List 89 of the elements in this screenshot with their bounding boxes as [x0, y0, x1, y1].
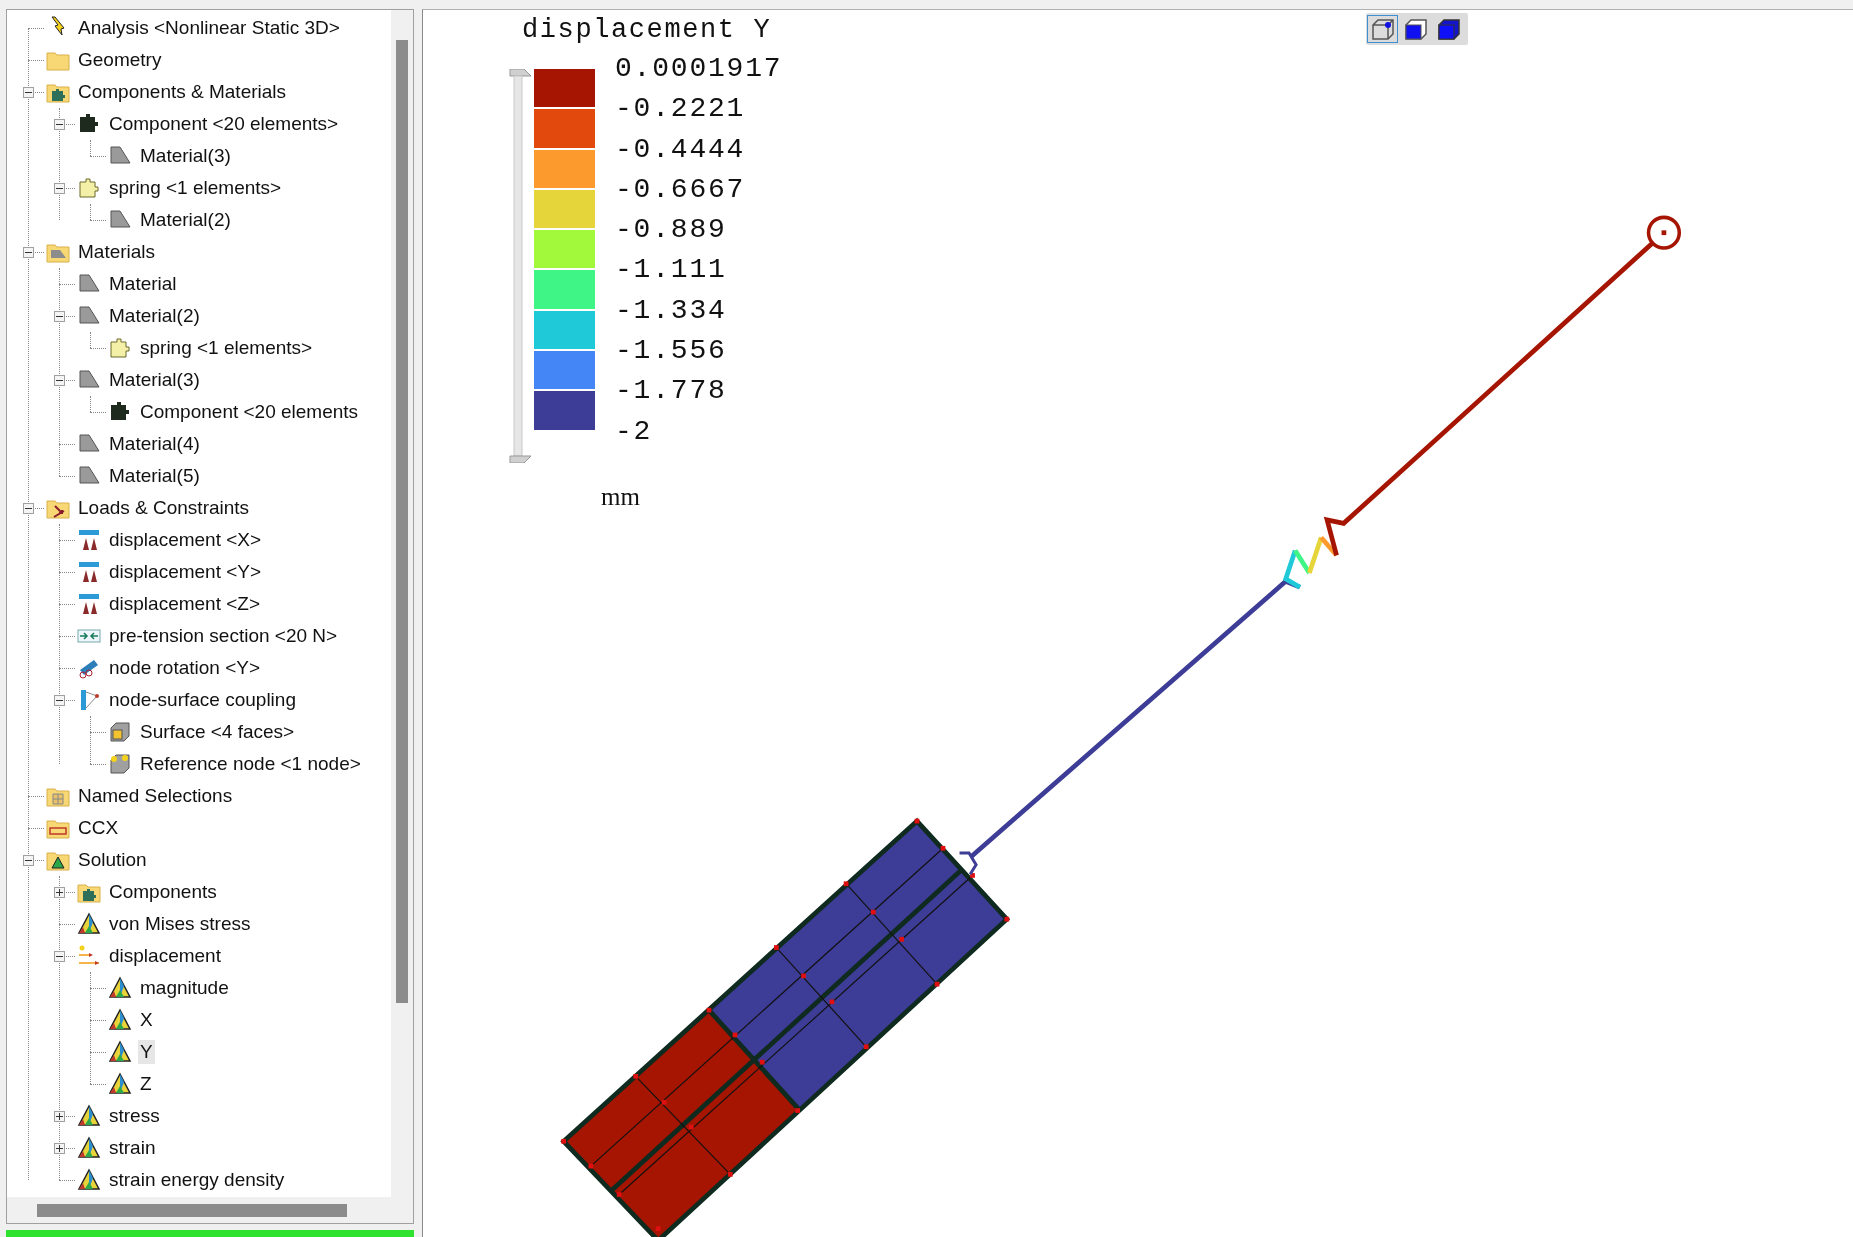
tree-item[interactable]: Material(3): [107, 368, 202, 392]
tree-item[interactable]: Z: [138, 1072, 154, 1096]
tree-toggle[interactable]: [23, 246, 34, 258]
arrows-icon: [77, 944, 101, 968]
tree-item[interactable]: CCX: [76, 816, 121, 840]
legend-value: -1.334: [615, 293, 728, 328]
tree-item[interactable]: von Mises stress: [107, 912, 253, 936]
legend-value: -0.2221: [615, 92, 747, 127]
tree-toggle[interactable]: [54, 118, 65, 130]
puzzle-icon: [77, 176, 101, 200]
view-mode-button[interactable]: [1367, 15, 1398, 43]
legend-value: -2: [615, 414, 654, 449]
tree-item[interactable]: Reference node <1 node>: [138, 752, 363, 776]
contour-triangle-icon: [108, 1072, 132, 1096]
contour-triangle-icon: [77, 1136, 101, 1160]
tree-item[interactable]: node-surface coupling: [107, 688, 298, 712]
tree-item[interactable]: Component <20 elements: [138, 400, 361, 424]
support-icon: [77, 592, 101, 616]
tree-item[interactable]: Named Selections: [76, 784, 235, 808]
tree-item[interactable]: displacement <X>: [107, 528, 264, 552]
tree-item[interactable]: Loads & Constraints: [76, 496, 252, 520]
tree-item[interactable]: Components & Materials: [76, 80, 289, 104]
legend-value: -1.778: [615, 374, 728, 409]
support-icon: [77, 528, 101, 552]
contour-triangle-icon: [77, 1168, 101, 1192]
tree-item[interactable]: Analysis <Nonlinear Static 3D>: [76, 16, 342, 40]
scrollbar-thumb[interactable]: [37, 1203, 347, 1217]
tree-toggle[interactable]: [54, 374, 65, 386]
contour-triangle-icon: [108, 1040, 132, 1064]
puzzle-icon: [108, 336, 132, 360]
tree-item[interactable]: Geometry: [76, 48, 164, 72]
tree-toggle[interactable]: [54, 886, 65, 898]
scrollbar-thumb[interactable]: [396, 40, 408, 1003]
tree-toggle[interactable]: [23, 502, 34, 514]
tree-item[interactable]: Material(3): [138, 144, 233, 168]
legend-value: 0.0001917: [615, 52, 783, 86]
support-icon: [77, 560, 101, 584]
tree-item[interactable]: pre-tension section <20 N>: [107, 624, 340, 648]
tree-item[interactable]: strain: [107, 1136, 158, 1160]
tree-item[interactable]: Component <20 elements>: [107, 112, 341, 136]
3d-viewport[interactable]: displacement Y 0.0001917 -0.2221 -0.4444 -0.6667 -0.889 -1.111 -1.334 -1.556 -1.778 -2 mm: [422, 9, 1853, 1237]
tree-item[interactable]: Solution: [76, 848, 149, 872]
tree-item[interactable]: Components: [107, 880, 219, 904]
contour-triangle-icon: [77, 1104, 101, 1128]
tree-toggle[interactable]: [54, 182, 65, 194]
tree-item[interactable]: Material(5): [107, 464, 202, 488]
legend-value: -0.889: [615, 213, 728, 248]
cube-icon: [108, 752, 132, 776]
tree-item[interactable]: displacement <Z>: [107, 592, 263, 616]
tree-toggle[interactable]: [54, 694, 65, 706]
tree-toggle[interactable]: [54, 310, 65, 322]
tree-item[interactable]: stress: [107, 1104, 162, 1128]
tree-item[interactable]: displacement: [107, 944, 223, 968]
tree-item[interactable]: Material(2): [138, 208, 233, 232]
tree-item[interactable]: spring <1 elements>: [107, 176, 284, 200]
tree-item[interactable]: displacement <Y>: [107, 560, 264, 584]
legend-value: -1.556: [615, 334, 728, 369]
tree-toggle[interactable]: [54, 1110, 65, 1122]
tree-toggle[interactable]: [54, 1142, 65, 1154]
plus-icon: [56, 888, 63, 896]
tree-item[interactable]: node rotation <Y>: [107, 656, 263, 680]
tree-item[interactable]: X: [138, 1008, 155, 1032]
solid-cube-icon: [1436, 18, 1461, 40]
tree-item[interactable]: Materials: [76, 240, 158, 264]
tree-item[interactable]: magnitude: [138, 976, 231, 1000]
target-node-icon: [1646, 215, 1682, 250]
tree-item[interactable]: Y: [138, 1040, 155, 1064]
legend-title: displacement Y: [522, 15, 772, 45]
plus-icon: [56, 1144, 63, 1152]
tree-toggle[interactable]: [54, 950, 65, 962]
tree-toggle[interactable]: [23, 86, 34, 98]
legend-value: -0.6667: [615, 172, 747, 207]
tree-item[interactable]: strain energy density: [107, 1168, 287, 1192]
contour-triangle-icon: [108, 1008, 132, 1032]
wireframe-cube-icon: [1370, 18, 1395, 40]
contour-triangle-icon: [77, 912, 101, 936]
plus-icon: [56, 1112, 63, 1120]
cube-icon: [1403, 18, 1428, 40]
tree-item[interactable]: Material(2): [107, 304, 202, 328]
unit-label: mm: [601, 483, 641, 511]
tree-item[interactable]: Material: [107, 272, 179, 296]
contour-triangle-icon: [108, 976, 132, 1000]
tree-item[interactable]: spring <1 elements>: [138, 336, 315, 360]
legend-value: -1.111: [615, 253, 728, 288]
tree-item[interactable]: Surface <4 faces>: [138, 720, 297, 744]
tree-item[interactable]: Material(4): [107, 432, 202, 456]
tree-toggle[interactable]: [23, 854, 34, 866]
cube-icon: [108, 720, 132, 744]
legend-value: -0.4444: [615, 132, 747, 167]
